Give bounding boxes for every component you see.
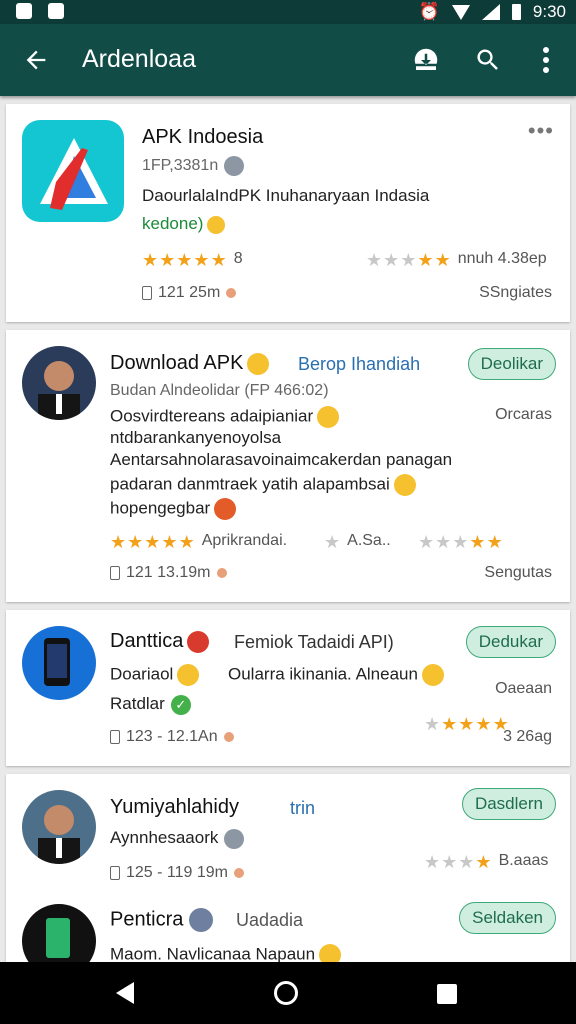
more-vert-icon [543,47,549,73]
more-options-button[interactable] [528,42,564,78]
item-line: Oosvirdtereans adaipianiar [110,406,340,428]
list-item[interactable]: Download APK Berop Ihandiah Deolikar Orc… [6,330,570,602]
app-tagline: kedone) [142,214,226,234]
item-line: Doariaol [110,664,200,686]
download-button[interactable]: Dasdlern [461,788,556,820]
emoji-icon [214,498,237,520]
download-button[interactable] [408,42,444,78]
app-name: APK Indoesia [142,126,264,148]
file-icon [110,730,120,744]
app-size: 121 25m [142,284,237,302]
nav-recents-icon[interactable] [437,984,457,1004]
file-icon [110,566,120,580]
signal-icon [481,4,500,20]
download-button[interactable]: Seldaken [459,902,556,934]
notification-icon [48,3,64,19]
avatar [22,626,96,700]
footer-label: SSngiates [479,284,552,301]
dot-icon [216,568,227,578]
rating-stars-secondary: ★ A.Sa.. [324,532,391,552]
nav-back-icon[interactable] [116,982,134,1004]
item-tag: Femiok Tadaidi API) [234,632,394,652]
emoji-icon [207,215,226,234]
item-title: Download APK [110,352,270,375]
item-side-label: Orcaras [495,406,552,423]
status-bar: ⏰ 9:30 [0,0,576,24]
alarm-icon: ⏰ [418,2,440,21]
footer-label: Sengutas [484,564,552,581]
battery-icon [511,4,521,20]
back-button[interactable] [18,42,54,78]
item-line: Ratdlar ✓ [110,694,191,715]
badge-icon [189,908,214,932]
avatar [22,790,96,864]
rating-stars: ★ ★ ★ ★ ★ [424,714,509,734]
item-size: 121 13.19m [110,564,227,582]
badge-icon [224,828,245,849]
item-tag[interactable]: Berop Ihandiah [298,354,420,375]
list-item[interactable]: Yumiyahlahidy trin Dasdlern Aynnhesaaork… [6,774,570,978]
search-icon [477,49,498,70]
emoji-icon [247,352,270,375]
app-publisher: 1FP,3381n [142,156,245,176]
emoji-icon [177,664,200,686]
rating-stars-tertiary: ★ ★ ★ ★ ★ [418,532,503,552]
file-icon [142,286,152,300]
list-item[interactable]: Danttica Femiok Tadaidi API) Dedukar Doa… [6,610,570,766]
app-logo [22,120,124,222]
status-time: 9:30 [532,2,566,21]
system-nav-bar [0,962,576,1024]
app-description: DaourlalaIndPK Inuhanaryaan Indasia [142,186,430,205]
download-icon [414,48,438,70]
item-title: Penticra [110,908,214,932]
rating-stars: ★ ★ ★ ★ ★ 8 [142,250,243,270]
emoji-icon [317,406,340,428]
item-size: 125 - 119 19m [110,864,244,882]
emoji-icon [393,474,416,496]
item-line: Aynnhesaaork [110,828,245,849]
download-button[interactable]: Deolikar [467,348,556,380]
dot-icon [234,868,244,878]
rating-label: A.Sa.. [347,532,391,549]
rating-label: nnuh 4.38ep [457,250,547,267]
featured-app-card[interactable]: ••• APK Indoesia 1FP,3381n DaourlalaIndP… [6,104,570,322]
item-line: hopengegbar [110,498,237,520]
rating-stars: ★ ★ ★ ★ B.aaas [424,852,549,872]
item-line: Aentarsahnolarasavoinaimcakerdan panagan [110,450,453,469]
download-button[interactable]: Dedukar [465,626,556,658]
avatar [22,346,96,420]
rating-stars-secondary: ★ ★ ★ ★ ★ nnuh 4.38ep [366,250,547,270]
badge-icon [187,630,210,653]
item-line: Oularra ikinania. Alneaun [228,664,444,686]
rating-stars: ★ ★ ★ ★ ★ Aprikrandai. [110,532,288,552]
item-side-label: Oaeaan [495,680,552,697]
rating-label: B.aaas [498,852,549,869]
notification-icon [16,3,32,19]
item-line: padaran danmtraek yatih alapambsai [110,474,416,496]
nav-home-icon[interactable] [274,981,298,1005]
file-icon [110,866,120,880]
rating-count: 8 [233,250,243,267]
rating-label: 3 26ag [503,728,552,745]
dot-icon [226,288,237,298]
verified-icon: ✓ [170,694,191,715]
item-title: Danttica [110,630,210,653]
search-button[interactable] [470,42,506,78]
badge-icon [224,156,245,176]
arrow-left-icon [26,50,46,70]
more-icon[interactable]: ••• [528,118,554,144]
item-title: Yumiyahlahidy [110,796,239,818]
emoji-icon [421,664,444,686]
item-line: ntdbarankanyenoyolsa [110,428,282,447]
item-line: Budan Alndeolidar (FP 466:02) [110,382,329,399]
wifi-icon [451,4,470,20]
page-title: Ardenloaa [82,45,196,73]
rating-label: Aprikrandai. [201,532,288,549]
item-tag: trin [290,798,316,818]
dot-icon [223,732,234,742]
item-tag: Uadadia [236,910,304,930]
item-size: 123 - 12.1An [110,728,234,746]
app-bar: Ardenloaa [0,24,576,96]
